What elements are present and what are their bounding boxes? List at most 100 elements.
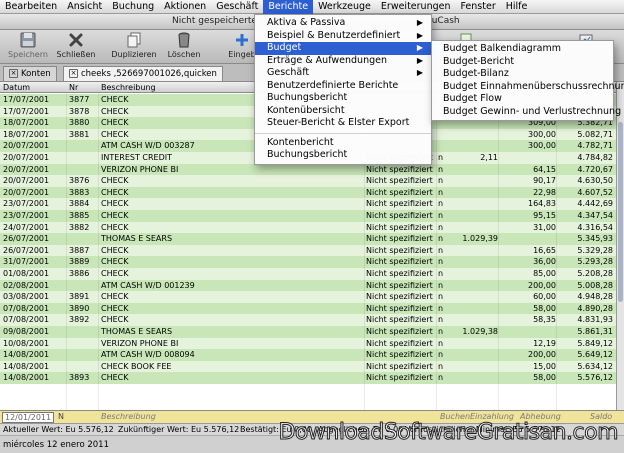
cell-description[interactable]: VERIZON PHONE BI xyxy=(101,164,178,176)
cell-num[interactable]: 3882 xyxy=(69,222,89,234)
cell-transfer[interactable]: Nicht spezifiziert xyxy=(366,164,433,176)
cell-description[interactable]: CHECK xyxy=(101,372,129,384)
table-row[interactable]: 14/08/2001 3893 CHECK Nicht spezifiziert n 58… xyxy=(0,372,616,384)
cell-transfer[interactable]: Nicht spezifiziert xyxy=(366,280,433,292)
cell-withdrawal[interactable]: 164,83 xyxy=(500,198,556,210)
cell-date[interactable]: 01/08/2001 xyxy=(3,268,49,280)
cell-transfer[interactable]: Nicht spezifiziert xyxy=(366,268,433,280)
vertical-scrollbar[interactable] xyxy=(616,82,624,410)
menu-item-beispiel[interactable]: Beispiel & Benutzerdefiniert ▶ xyxy=(255,30,431,43)
cell-description[interactable]: CHECK xyxy=(101,129,129,141)
cell-reconciled[interactable]: n xyxy=(438,372,443,384)
cell-withdrawal[interactable]: 12,19 xyxy=(500,338,556,350)
cell-num[interactable]: 3881 xyxy=(69,129,89,141)
cell-balance[interactable]: 5.649,12 xyxy=(558,349,613,361)
menu-ansicht[interactable]: Ansicht xyxy=(62,0,107,14)
cell-balance[interactable]: 5.849,12 xyxy=(558,338,613,350)
delete-button[interactable]: Löschen xyxy=(158,32,210,62)
cell-date[interactable]: 17/07/2001 xyxy=(3,106,49,118)
cell-balance[interactable]: 5.861,31 xyxy=(558,326,613,338)
close-button[interactable]: Schließen xyxy=(50,32,102,62)
cell-date[interactable]: 03/08/2001 xyxy=(3,291,49,303)
cell-description[interactable]: VERIZON PHONE BI xyxy=(101,338,178,350)
cell-num[interactable]: 3890 xyxy=(69,303,89,315)
table-row[interactable]: 20/07/2001 3883 CHECK Nicht spezifiziert n 22… xyxy=(0,186,616,199)
cell-reconciled[interactable]: n xyxy=(438,349,443,361)
cell-reconciled[interactable]: n xyxy=(438,245,443,257)
cell-reconciled[interactable]: n xyxy=(438,210,443,222)
menu-aktionen[interactable]: Aktionen xyxy=(159,0,211,14)
menu-werkzeuge[interactable]: Werkzeuge xyxy=(313,0,376,14)
cell-reconciled[interactable]: n xyxy=(438,175,443,187)
cell-num[interactable]: 3885 xyxy=(69,210,89,222)
table-row[interactable]: 09/08/2001 THOMAS E SEARS Nicht spezifizie… xyxy=(0,326,616,338)
cell-balance[interactable]: 5.293,28 xyxy=(558,256,613,268)
cell-balance[interactable]: 5.576,12 xyxy=(558,372,613,384)
table-row[interactable]: 14/08/2001 CHECK BOOK FEE Nicht spezifizie… xyxy=(0,360,616,373)
cell-withdrawal[interactable]: 300,00 xyxy=(500,129,556,141)
menu-erweiterungen[interactable]: Erweiterungen xyxy=(376,0,456,14)
menu-item-ertraege[interactable]: Erträge & Aufwendungen ▶ xyxy=(255,55,431,68)
cell-date[interactable]: 20/07/2001 xyxy=(3,187,49,199)
cell-reconciled[interactable]: n xyxy=(438,256,443,268)
cell-balance[interactable]: 5.634,12 xyxy=(558,361,613,373)
cell-transfer[interactable]: Nicht spezifiziert xyxy=(366,256,433,268)
cell-transfer[interactable]: Nicht spezifiziert xyxy=(366,198,433,210)
cell-date[interactable]: 26/07/2001 xyxy=(3,245,49,257)
menu-item-budget-balance[interactable]: Budget-Bilanz xyxy=(432,68,613,81)
menu-buchung[interactable]: Buchung xyxy=(107,0,159,14)
cell-date[interactable]: 23/07/2001 xyxy=(3,198,49,210)
cell-withdrawal[interactable]: 90,17 xyxy=(500,175,556,187)
cell-description[interactable]: CHECK xyxy=(101,210,129,222)
cell-balance[interactable]: 5.329,28 xyxy=(558,245,613,257)
cell-balance[interactable]: 4.831,93 xyxy=(558,314,613,326)
cell-description[interactable]: INTEREST CREDIT xyxy=(101,152,172,164)
cell-num[interactable]: 3889 xyxy=(69,256,89,268)
cell-num[interactable]: 3883 xyxy=(69,187,89,199)
cell-balance[interactable]: 4.720,67 xyxy=(558,164,613,176)
cell-transfer[interactable]: Nicht spezifiziert xyxy=(366,210,433,222)
table-row[interactable]: 23/07/2001 3885 CHECK Nicht spezifiziert n 95… xyxy=(0,210,616,222)
cell-balance[interactable]: 4.782,71 xyxy=(558,140,613,152)
cell-date[interactable]: 18/07/2001 xyxy=(3,129,49,141)
cell-reconciled[interactable]: n xyxy=(438,280,443,292)
cell-description[interactable]: CHECK xyxy=(101,314,129,326)
cell-date[interactable]: 07/08/2001 xyxy=(3,314,49,326)
menu-item-custom-reports[interactable]: Benutzerdefinierte Berichte xyxy=(255,80,431,93)
cell-withdrawal[interactable]: 36,00 xyxy=(500,256,556,268)
cell-reconciled[interactable]: n xyxy=(438,303,443,315)
save-button[interactable]: Speichern xyxy=(2,32,54,62)
cell-balance[interactable]: 4.607,52 xyxy=(558,187,613,199)
cell-balance[interactable]: 4.890,28 xyxy=(558,303,613,315)
cell-date[interactable]: 09/08/2001 xyxy=(3,326,49,338)
cell-withdrawal[interactable]: 16,65 xyxy=(500,245,556,257)
cell-balance[interactable]: 5.082,71 xyxy=(558,129,613,141)
cell-num[interactable]: 3880 xyxy=(69,117,89,129)
cell-description[interactable]: CHECK xyxy=(101,187,129,199)
cell-transfer[interactable]: Nicht spezifiziert xyxy=(366,222,433,234)
cell-reconciled[interactable]: n xyxy=(438,361,443,373)
table-row[interactable]: 01/08/2001 3886 CHECK Nicht spezifiziert n 85… xyxy=(0,268,616,280)
cell-transfer[interactable]: Nicht spezifiziert xyxy=(366,175,433,187)
cell-date[interactable]: 10/08/2001 xyxy=(3,338,49,350)
table-row[interactable]: 03/08/2001 3891 CHECK Nicht spezifiziert n 60… xyxy=(0,291,616,303)
menu-item-geschaeft[interactable]: Geschäft ▶ xyxy=(255,67,431,80)
cell-reconciled[interactable]: n xyxy=(438,164,443,176)
menu-berichte[interactable]: Berichte xyxy=(263,0,314,14)
cell-description[interactable]: CHECK xyxy=(101,106,129,118)
duplicate-button[interactable]: Duplizieren xyxy=(108,32,160,62)
num-input-marker[interactable]: N xyxy=(58,412,64,421)
column-header-date[interactable]: Datum xyxy=(3,83,30,92)
cell-transfer[interactable]: Nicht spezifiziert xyxy=(366,326,433,338)
cell-description[interactable]: CHECK xyxy=(101,268,129,280)
cell-transfer[interactable]: Nicht spezifiziert xyxy=(366,314,433,326)
cell-date[interactable]: 20/07/2001 xyxy=(3,152,49,164)
column-header-description[interactable]: Beschreibung xyxy=(101,83,156,92)
cell-reconciled[interactable]: n xyxy=(438,268,443,280)
column-header-num[interactable]: Nr xyxy=(69,83,78,92)
cell-transfer[interactable]: Nicht spezifiziert xyxy=(366,291,433,303)
cell-date[interactable]: 31/07/2001 xyxy=(3,256,49,268)
menu-item-account-report[interactable]: Kontenbericht xyxy=(255,137,431,150)
cell-num[interactable]: 3886 xyxy=(69,268,89,280)
description-input[interactable]: Beschreibung xyxy=(101,412,156,421)
